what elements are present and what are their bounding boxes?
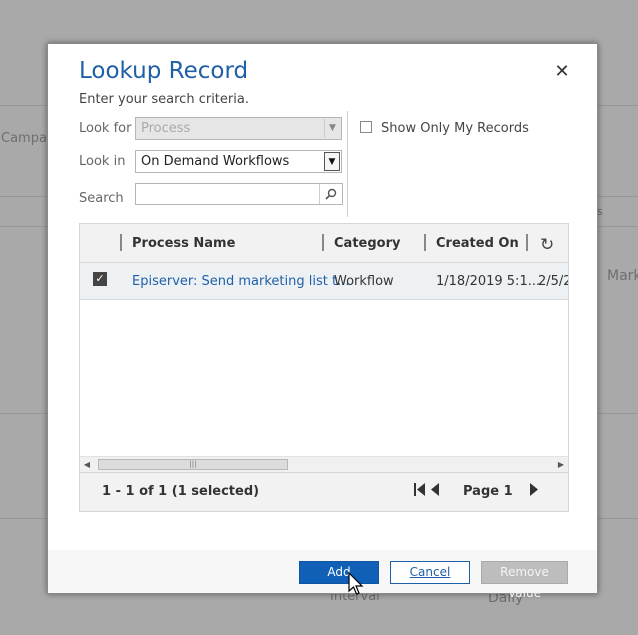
grid-footer: 1 - 1 of 1 (1 selected) Page 1 [80, 472, 568, 511]
results-grid: Process Name Category Created On ↻ ✓ Epi… [79, 223, 569, 512]
record-count: 1 - 1 of 1 (1 selected) [102, 484, 260, 499]
background-campaign-label: Campai [1, 131, 51, 146]
row-checkbox[interactable]: ✓ [93, 272, 107, 286]
look-in-select[interactable]: On Demand Workflows ▼ [135, 150, 342, 173]
look-for-label: Look for [79, 121, 132, 136]
dialog-button-bar: Add Cancel Remove Value [48, 550, 597, 600]
remove-value-button: Remove Value [481, 561, 568, 600]
dialog-title: Lookup Record [79, 58, 249, 84]
previous-page-icon[interactable] [431, 483, 440, 500]
dialog-subtitle: Enter your search criteria. [79, 92, 249, 107]
created-on-cell: 1/18/2019 5:1... [436, 274, 541, 289]
next-page-icon[interactable] [529, 483, 538, 500]
form-divider [347, 111, 348, 217]
add-button[interactable]: Add [299, 561, 379, 584]
page-indicator: Page 1 [463, 484, 513, 499]
look-for-value: Process [141, 121, 191, 136]
column-separator [322, 234, 324, 251]
horizontal-scrollbar[interactable]: ◀ ||| ▶ [80, 456, 568, 472]
look-in-label: Look in [79, 154, 126, 169]
background-marketing-label: Mark [607, 268, 638, 284]
scroll-right-icon[interactable]: ▶ [554, 457, 568, 472]
process-name-link[interactable]: Episerver: Send marketing list t... [132, 274, 349, 289]
column-separator [120, 234, 122, 251]
column-header-category[interactable]: Category [334, 236, 400, 251]
look-for-select: Process ▼ [135, 117, 342, 140]
show-only-my-records-label: Show Only My Records [381, 121, 529, 136]
chevron-down-icon: ▼ [324, 119, 340, 138]
column-separator [424, 234, 426, 251]
mouse-cursor-icon [348, 571, 364, 600]
lookup-record-dialog: Lookup Record Enter your search criteria… [47, 43, 598, 600]
close-icon[interactable]: ✕ [552, 62, 572, 82]
first-page-icon[interactable] [414, 483, 426, 500]
column-header-created-on[interactable]: Created On [436, 236, 519, 251]
table-row[interactable]: ✓ Episerver: Send marketing list t... Wo… [80, 263, 568, 300]
search-label: Search [79, 191, 124, 206]
scrollbar-thumb[interactable]: ||| [98, 459, 288, 470]
search-icon[interactable] [319, 184, 342, 204]
column-header-process-name[interactable]: Process Name [132, 236, 235, 251]
show-only-my-records-checkbox[interactable] [360, 121, 372, 133]
extra-date-cell: 2/5/2 [538, 274, 569, 289]
search-input[interactable] [135, 183, 343, 205]
look-in-value: On Demand Workflows [141, 154, 290, 169]
column-separator [526, 234, 528, 251]
grid-header: Process Name Category Created On ↻ [80, 224, 568, 263]
cancel-button[interactable]: Cancel [390, 561, 470, 584]
category-cell: Workflow [334, 274, 394, 289]
refresh-icon[interactable]: ↻ [540, 235, 554, 255]
chevron-down-icon[interactable]: ▼ [324, 152, 340, 171]
scroll-left-icon[interactable]: ◀ [80, 457, 94, 472]
